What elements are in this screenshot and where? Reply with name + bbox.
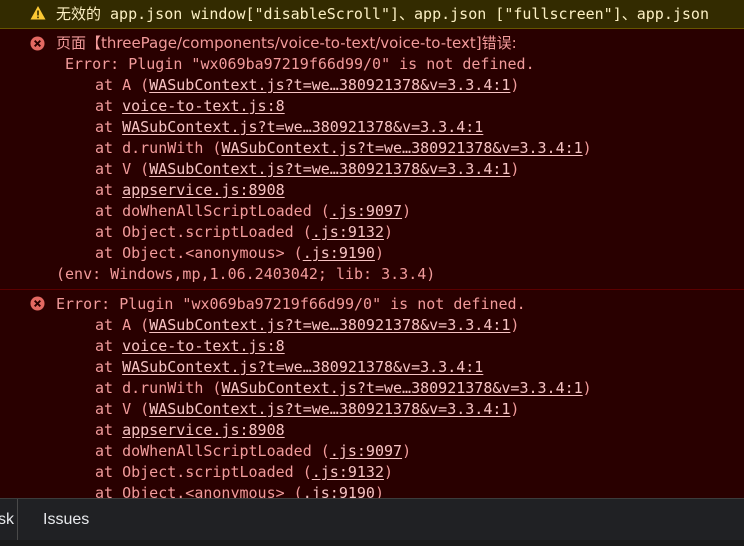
stack-frame: at voice-to-text.js:8 (95, 336, 285, 357)
stack-frame: at V (WASubContext.js?t=we…380921378&v=3… (95, 399, 519, 420)
stack-frame-text: at doWhenAllScriptLoaded ( (95, 442, 330, 460)
stack-frame-text: at (95, 97, 123, 115)
stack-frame: at WASubContext.js?t=we…380921378&v=3.3.… (95, 357, 483, 378)
source-link[interactable]: WASubContext.js?t=we…380921378&v=3.3.4:1 (149, 160, 510, 178)
stack-frame-text: ) (402, 202, 412, 220)
source-link[interactable]: appservice.js:8908 (122, 181, 285, 199)
stack-frame-text: ) (510, 400, 520, 418)
stack-frame: at A (WASubContext.js?t=we…380921378&v=3… (95, 315, 519, 336)
source-link[interactable]: .js:9097 (330, 202, 402, 220)
error-circle-icon (30, 36, 45, 51)
warning-triangle-icon (30, 6, 46, 20)
stack-frame-text: ) (384, 463, 394, 481)
error-text: Error: Plugin "wx069ba97219f66d99/0" is … (65, 55, 535, 73)
stack-frame-text: at Object.scriptLoaded ( (95, 463, 312, 481)
stack-frame: at doWhenAllScriptLoaded (.js:9097) (95, 201, 411, 222)
stack-frame: at Object.<anonymous> (.js:9190) (95, 483, 384, 498)
source-link[interactable]: WASubContext.js?t=we…380921378&v=3.3.4:1 (122, 118, 483, 136)
source-link[interactable]: .js:9190 (303, 484, 375, 498)
source-link[interactable]: WASubContext.js?t=we…380921378&v=3.3.4:1 (149, 76, 510, 94)
source-link[interactable]: .js:9132 (312, 223, 384, 241)
stack-frame-text: ) (510, 316, 520, 334)
stack-frame-text: at (95, 118, 123, 136)
stack-frame-text: ) (582, 139, 592, 157)
error-text: Error: Plugin "wx069ba97219f66d99/0" is … (56, 295, 526, 313)
error-message-2: Error: Plugin "wx069ba97219f66d99/0" is … (0, 290, 744, 498)
source-link[interactable]: WASubContext.js?t=we…380921378&v=3.3.4:1 (149, 400, 510, 418)
status-strip (0, 540, 744, 546)
error-circle-icon (30, 296, 45, 311)
stack-frame-text: at A ( (95, 76, 150, 94)
warning-text: 无效的 app.json window["disableScroll"]、app… (56, 5, 709, 23)
source-link[interactable]: .js:9190 (303, 244, 375, 262)
tab-task[interactable]: sk (0, 510, 14, 530)
source-link[interactable]: voice-to-text.js:8 (122, 97, 285, 115)
stack-frame-text: at (95, 358, 123, 376)
stack-frame-text: at (95, 421, 123, 439)
source-link[interactable]: WASubContext.js?t=we…380921378&v=3.3.4:1 (149, 316, 510, 334)
warning-message: 无效的 app.json window["disableScroll"]、app… (0, 0, 744, 29)
stack-frame-text: ) (510, 76, 520, 94)
source-link[interactable]: .js:9097 (330, 442, 402, 460)
stack-frame-text: at d.runWith ( (95, 379, 222, 397)
source-link[interactable]: appservice.js:8908 (122, 421, 285, 439)
stack-frame-text: ) (374, 484, 384, 498)
stack-frame: at A (WASubContext.js?t=we…380921378&v=3… (95, 75, 519, 96)
stack-frame-text: at Object.scriptLoaded ( (95, 223, 312, 241)
stack-frame: at V (WASubContext.js?t=we…380921378&v=3… (95, 159, 519, 180)
stack-frame: at voice-to-text.js:8 (95, 96, 285, 117)
stack-frame-text: at V ( (95, 400, 150, 418)
error-message-1: 页面【threePage/components/voice-to-text/vo… (0, 29, 744, 290)
stack-frame: at WASubContext.js?t=we…380921378&v=3.3.… (95, 117, 483, 138)
env-info: (env: Windows,mp,1.06.2403042; lib: 3.3.… (56, 265, 436, 283)
stack-frame-text: ) (510, 160, 520, 178)
stack-frame-text: at (95, 181, 123, 199)
source-link[interactable]: WASubContext.js?t=we…380921378&v=3.3.4:1 (122, 358, 483, 376)
drawer-toolbar: sk Issues (0, 498, 744, 541)
stack-frame-text: at V ( (95, 160, 150, 178)
stack-frame-text: ) (402, 442, 412, 460)
stack-frame-text: ) (582, 379, 592, 397)
stack-frame: at appservice.js:8908 (95, 420, 285, 441)
tab-divider (17, 499, 18, 541)
stack-frame-text: at d.runWith ( (95, 139, 222, 157)
stack-frame-text: at doWhenAllScriptLoaded ( (95, 202, 330, 220)
stack-frame: at Object.scriptLoaded (.js:9132) (95, 462, 393, 483)
stack-frame-text: at (95, 337, 123, 355)
tab-issues[interactable]: Issues (43, 510, 89, 530)
stack-frame: at d.runWith (WASubContext.js?t=we…38092… (95, 378, 592, 399)
stack-frame: at Object.scriptLoaded (.js:9132) (95, 222, 393, 243)
stack-frame: at d.runWith (WASubContext.js?t=we…38092… (95, 138, 592, 159)
error-header: 页面【threePage/components/voice-to-text/vo… (56, 34, 517, 52)
source-link[interactable]: WASubContext.js?t=we…380921378&v=3.3.4:1 (221, 139, 582, 157)
console-panel: 无效的 app.json window["disableScroll"]、app… (0, 0, 744, 498)
source-link[interactable]: .js:9132 (312, 463, 384, 481)
stack-frame-text: ) (374, 244, 384, 262)
stack-frame-text: ) (384, 223, 394, 241)
stack-frame-text: at Object.<anonymous> ( (95, 244, 303, 262)
stack-frame-text: at A ( (95, 316, 150, 334)
stack-frame-text: at Object.<anonymous> ( (95, 484, 303, 498)
stack-frame: at doWhenAllScriptLoaded (.js:9097) (95, 441, 411, 462)
stack-frame: at Object.<anonymous> (.js:9190) (95, 243, 384, 264)
stack-frame: at appservice.js:8908 (95, 180, 285, 201)
source-link[interactable]: voice-to-text.js:8 (122, 337, 285, 355)
source-link[interactable]: WASubContext.js?t=we…380921378&v=3.3.4:1 (221, 379, 582, 397)
